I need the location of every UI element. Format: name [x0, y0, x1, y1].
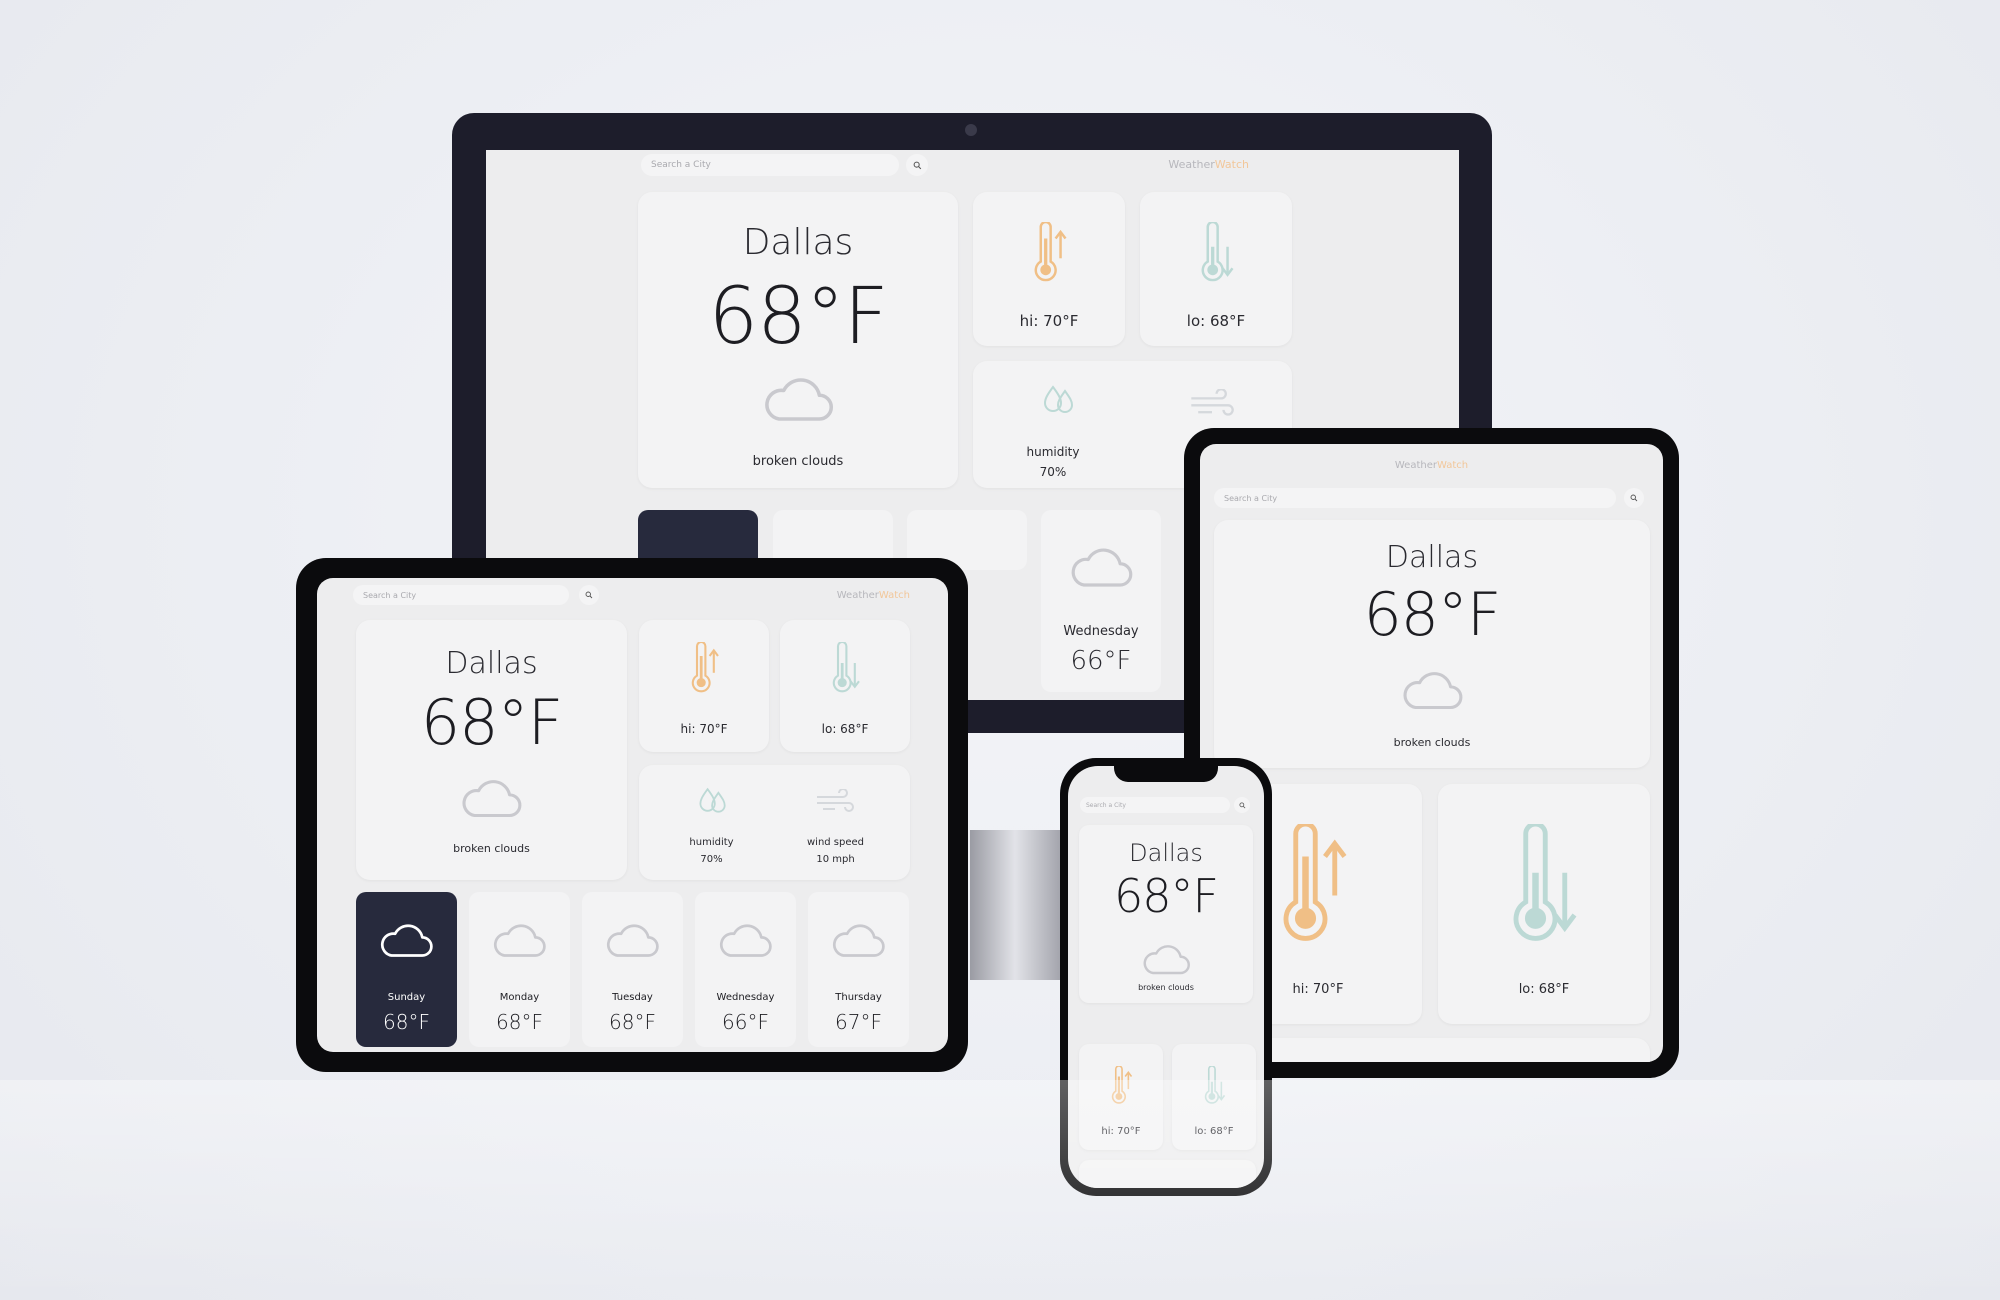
current-weather-card: Dallas 68°F broken clouds [356, 620, 627, 880]
thermometer-up-icon [1029, 222, 1069, 288]
weather-description: broken clouds [1138, 983, 1194, 992]
current-weather-card: Dallas 68°F broken clouds [1214, 520, 1650, 768]
thermometer-down-icon [1196, 222, 1236, 288]
current-temp: 68°F [1363, 580, 1502, 650]
forecast-day-wednesday[interactable]: Wednesday 66°F [695, 892, 796, 1047]
search-input[interactable]: Search a City [1214, 488, 1616, 508]
search-input[interactable]: Search a City [353, 585, 569, 605]
wind-label: wind speed [806, 837, 865, 848]
search-icon [1239, 802, 1246, 809]
humidity-value: 70% [1039, 465, 1067, 479]
search-input[interactable]: Search a City [641, 154, 899, 176]
cloud-icon [1067, 546, 1135, 590]
current-temp: 68°F [420, 686, 564, 759]
cloud-icon [716, 922, 774, 960]
forecast-day-temp: 68°F [609, 1010, 656, 1034]
cloud-icon [1140, 943, 1192, 977]
forecast-day-wednesday[interactable]: Wednesday 66°F [1041, 510, 1161, 692]
thermometer-down-icon [1502, 824, 1582, 954]
brand-logo: WeatherWatch [1394, 460, 1469, 471]
cloud-icon [1399, 670, 1465, 712]
lo-temp: lo: 68°F [1518, 982, 1570, 997]
city-name: Dallas [742, 222, 854, 263]
cloud-icon [458, 778, 524, 820]
cloud-icon [829, 922, 887, 960]
forecast-day-name: Thursday [835, 992, 882, 1003]
forecast-day-name: Wednesday [716, 992, 775, 1003]
droplets-icon [695, 785, 731, 815]
wind-value: 10 mph [816, 854, 855, 865]
cloud-icon [760, 376, 836, 424]
current-temp: 68°F [708, 272, 888, 362]
hi-temp: hi: 70°F [1019, 312, 1079, 330]
search-button[interactable] [1234, 797, 1250, 813]
droplets-icon [1039, 383, 1079, 415]
phone-notch [1114, 766, 1218, 782]
current-weather-card: Dallas 68°F broken clouds [638, 192, 958, 488]
forecast-day-thursday[interactable]: Thursday 67°F [808, 892, 909, 1047]
forecast-day-temp: 68°F [383, 1010, 430, 1034]
hi-card: hi: 70°F [973, 192, 1125, 346]
wind-icon [1189, 389, 1235, 417]
brand-logo: WeatherWatch [1168, 158, 1249, 171]
forecast-day-name: Tuesday [612, 992, 653, 1003]
forecast-day-name: Wednesday [1063, 624, 1139, 639]
conditions-card [1214, 1038, 1650, 1062]
forecast-day-name: Monday [499, 992, 540, 1003]
lo-card: lo: 68°F [1140, 192, 1292, 346]
forecast-day-monday[interactable]: Monday 68°F [469, 892, 570, 1047]
thermometer-down-icon [828, 642, 862, 698]
forecast-day-temp: 67°F [835, 1010, 882, 1034]
lo-temp: lo: 68°F [821, 722, 869, 736]
forecast-day-temp: 66°F [722, 1010, 769, 1034]
brand-logo: WeatherWatch [836, 590, 910, 601]
current-weather-card: Dallas 68°F broken clouds [1079, 825, 1253, 1003]
current-temp: 68°F [1114, 869, 1219, 923]
search-button[interactable] [906, 154, 928, 176]
weather-description: broken clouds [1393, 736, 1471, 749]
search-button[interactable] [1624, 488, 1644, 508]
city-name: Dallas [1385, 540, 1479, 575]
thermometer-up-icon [687, 642, 721, 698]
search-icon [1630, 494, 1638, 502]
search-icon [585, 591, 593, 599]
forecast-day-sunday[interactable]: Sunday 68°F [356, 892, 457, 1047]
hi-card: hi: 70°F [639, 620, 769, 752]
weather-description: broken clouds [453, 842, 530, 855]
search-icon [913, 161, 922, 170]
search-input[interactable]: Search a City [1080, 797, 1230, 813]
forecast-day-name: Sunday [387, 992, 426, 1003]
hi-temp: hi: 70°F [680, 722, 728, 736]
weather-description: broken clouds [752, 454, 844, 469]
city-name: Dallas [445, 646, 538, 681]
humidity-label: humidity [1026, 445, 1080, 459]
cloud-icon [377, 922, 435, 960]
cloud-icon [490, 922, 548, 960]
lo-card: lo: 68°F [1438, 784, 1650, 1024]
monitor-camera [965, 124, 977, 136]
tablet-landscape-screen: Search a City WeatherWatch Dallas 68°F b… [317, 578, 948, 1052]
conditions-card: humidity 70% wind speed 10 mph [639, 765, 910, 880]
wind-icon [815, 789, 855, 813]
forecast-day-tuesday[interactable]: Tuesday 68°F [582, 892, 683, 1047]
floor-reflection [0, 1080, 2000, 1300]
search-button[interactable] [579, 585, 599, 605]
lo-card: lo: 68°F [780, 620, 910, 752]
city-name: Dallas [1129, 839, 1203, 867]
forecast-day-temp: 66°F [1070, 646, 1132, 676]
monitor-stand [970, 830, 1060, 980]
forecast-day-temp: 68°F [496, 1010, 543, 1034]
cloud-icon [603, 922, 661, 960]
thermometer-up-icon [1272, 824, 1352, 954]
lo-temp: lo: 68°F [1186, 312, 1246, 330]
